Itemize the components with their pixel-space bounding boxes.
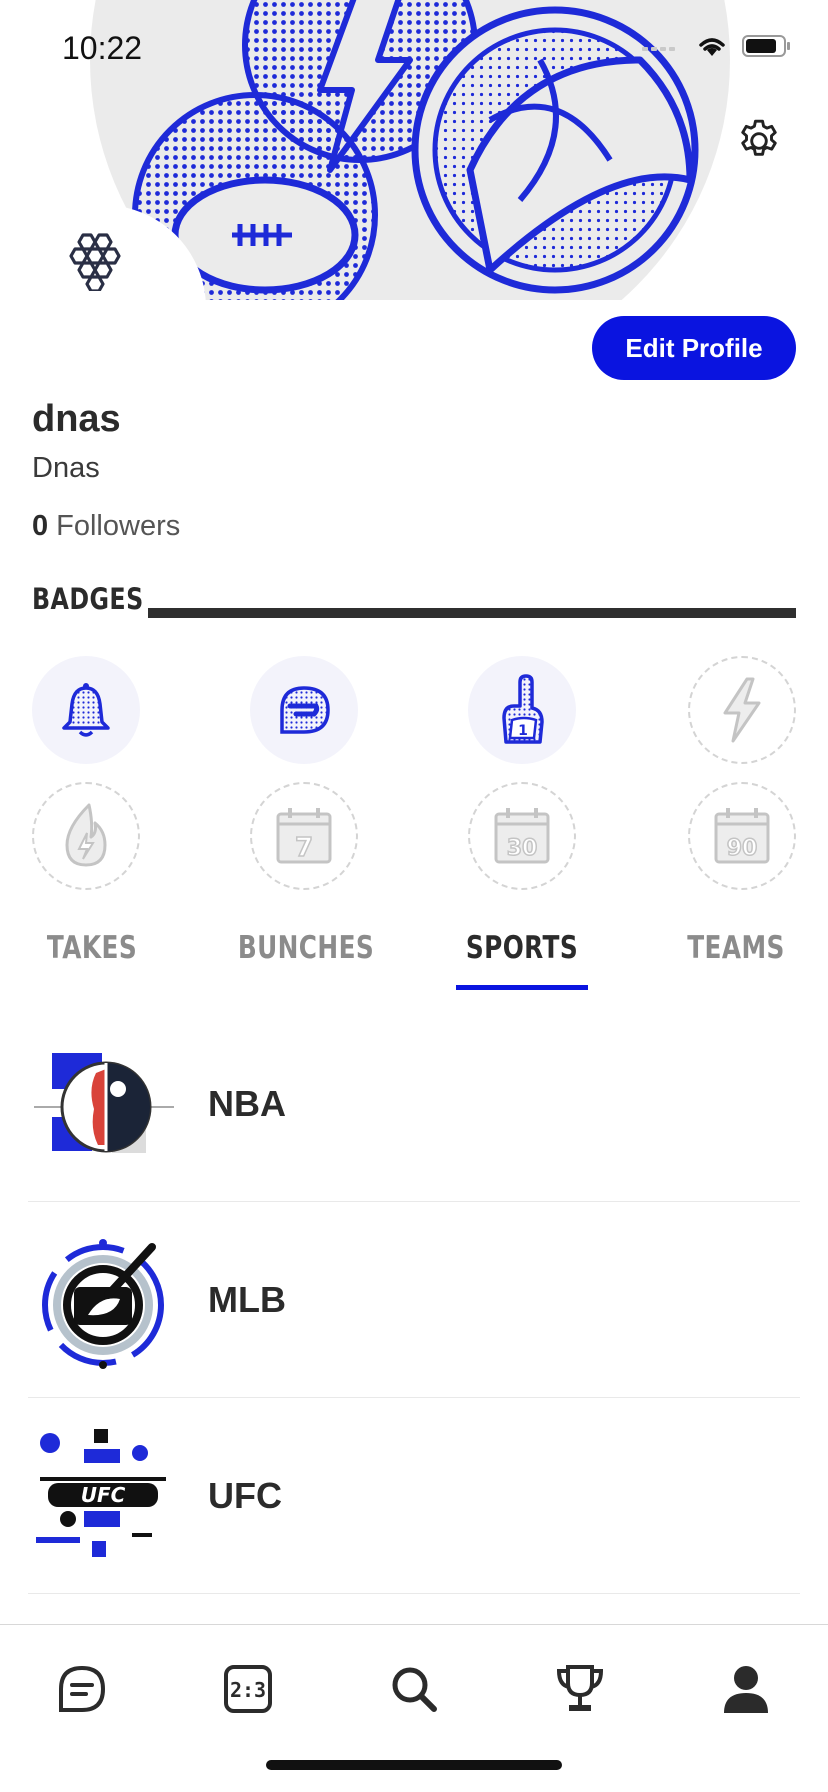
sport-name: MLB: [208, 1278, 286, 1320]
nba-logo: [28, 1029, 178, 1179]
badge-streak-30[interactable]: 30: [468, 782, 576, 890]
lightning-icon: [723, 677, 761, 743]
svg-text:30: 30: [507, 836, 538, 861]
trophy-icon: [556, 1665, 604, 1711]
sport-name: UFC: [208, 1474, 282, 1516]
badges-title: BADGES: [32, 582, 144, 616]
avatar[interactable]: [0, 205, 206, 411]
display-name: Dnas: [32, 452, 100, 484]
edit-profile-button[interactable]: Edit Profile: [592, 316, 796, 380]
list-item[interactable]: MLB: [28, 1202, 800, 1398]
wifi-icon: [696, 34, 728, 63]
honeycomb-icon: [69, 233, 121, 291]
badge-streak-90[interactable]: 90: [688, 782, 796, 890]
list-item[interactable]: NBA: [28, 1006, 800, 1202]
svg-text:7: 7: [295, 833, 313, 863]
tab-sports[interactable]: SPORTS: [442, 930, 602, 966]
profile-tabs: TAKES BUNCHES SPORTS TEAMS: [0, 930, 828, 990]
badge-foam-finger[interactable]: 1: [468, 656, 576, 764]
followers-label: Followers: [56, 510, 181, 542]
nav-chat[interactable]: [42, 1649, 122, 1729]
nav-search[interactable]: [374, 1649, 454, 1729]
list-item[interactable]: UFC UFC: [28, 1398, 800, 1594]
bell-icon: [62, 683, 110, 737]
svg-text:2:3: 2:3: [230, 1678, 266, 1702]
calendar-30-icon: 30: [494, 808, 550, 864]
badges-divider: [148, 608, 796, 618]
profile-icon: [724, 1666, 768, 1713]
nav-scores[interactable]: 2:3: [208, 1649, 288, 1729]
tab-teams[interactable]: TEAMS: [656, 930, 816, 966]
svg-text:1: 1: [518, 723, 528, 739]
bottom-navigation: 2:3: [0, 1624, 828, 1792]
badge-chat[interactable]: [250, 656, 358, 764]
active-tab-indicator: [456, 985, 588, 990]
badge-streak-7[interactable]: 7: [250, 782, 358, 890]
status-bar: 10:22: [0, 0, 828, 100]
followers-link[interactable]: 0 Followers: [32, 510, 180, 543]
home-indicator: [266, 1760, 562, 1770]
status-indicators: [642, 34, 792, 63]
badge-bell[interactable]: [32, 656, 140, 764]
scoreboard-icon: 2:3: [224, 1665, 272, 1713]
svg-text:90: 90: [727, 836, 758, 861]
search-icon: [392, 1667, 437, 1712]
sport-name: NBA: [208, 1082, 286, 1124]
calendar-7-icon: 7: [276, 808, 332, 864]
status-time: 10:22: [62, 30, 143, 66]
settings-button[interactable]: [732, 114, 786, 168]
signal-icon: [642, 39, 682, 58]
badge-lightning[interactable]: [688, 656, 796, 764]
gear-icon: [741, 119, 777, 156]
mlb-logo: [28, 1225, 178, 1375]
chat-icon: [59, 1665, 106, 1712]
flame-icon: [65, 803, 107, 867]
chat-bubble-icon: [280, 686, 330, 734]
battery-icon: [742, 34, 792, 63]
svg-text:UFC: UFC: [81, 1483, 126, 1507]
tab-bunches[interactable]: BUNCHES: [226, 930, 386, 966]
calendar-90-icon: 90: [714, 808, 770, 864]
nav-profile[interactable]: [706, 1649, 786, 1729]
nav-leaderboard[interactable]: [540, 1649, 620, 1729]
tab-takes[interactable]: TAKES: [12, 930, 172, 966]
foam-finger-icon: 1: [502, 674, 544, 744]
ufc-logo: UFC: [28, 1421, 178, 1571]
followers-count: 0: [32, 510, 49, 542]
badge-flame[interactable]: [32, 782, 140, 890]
